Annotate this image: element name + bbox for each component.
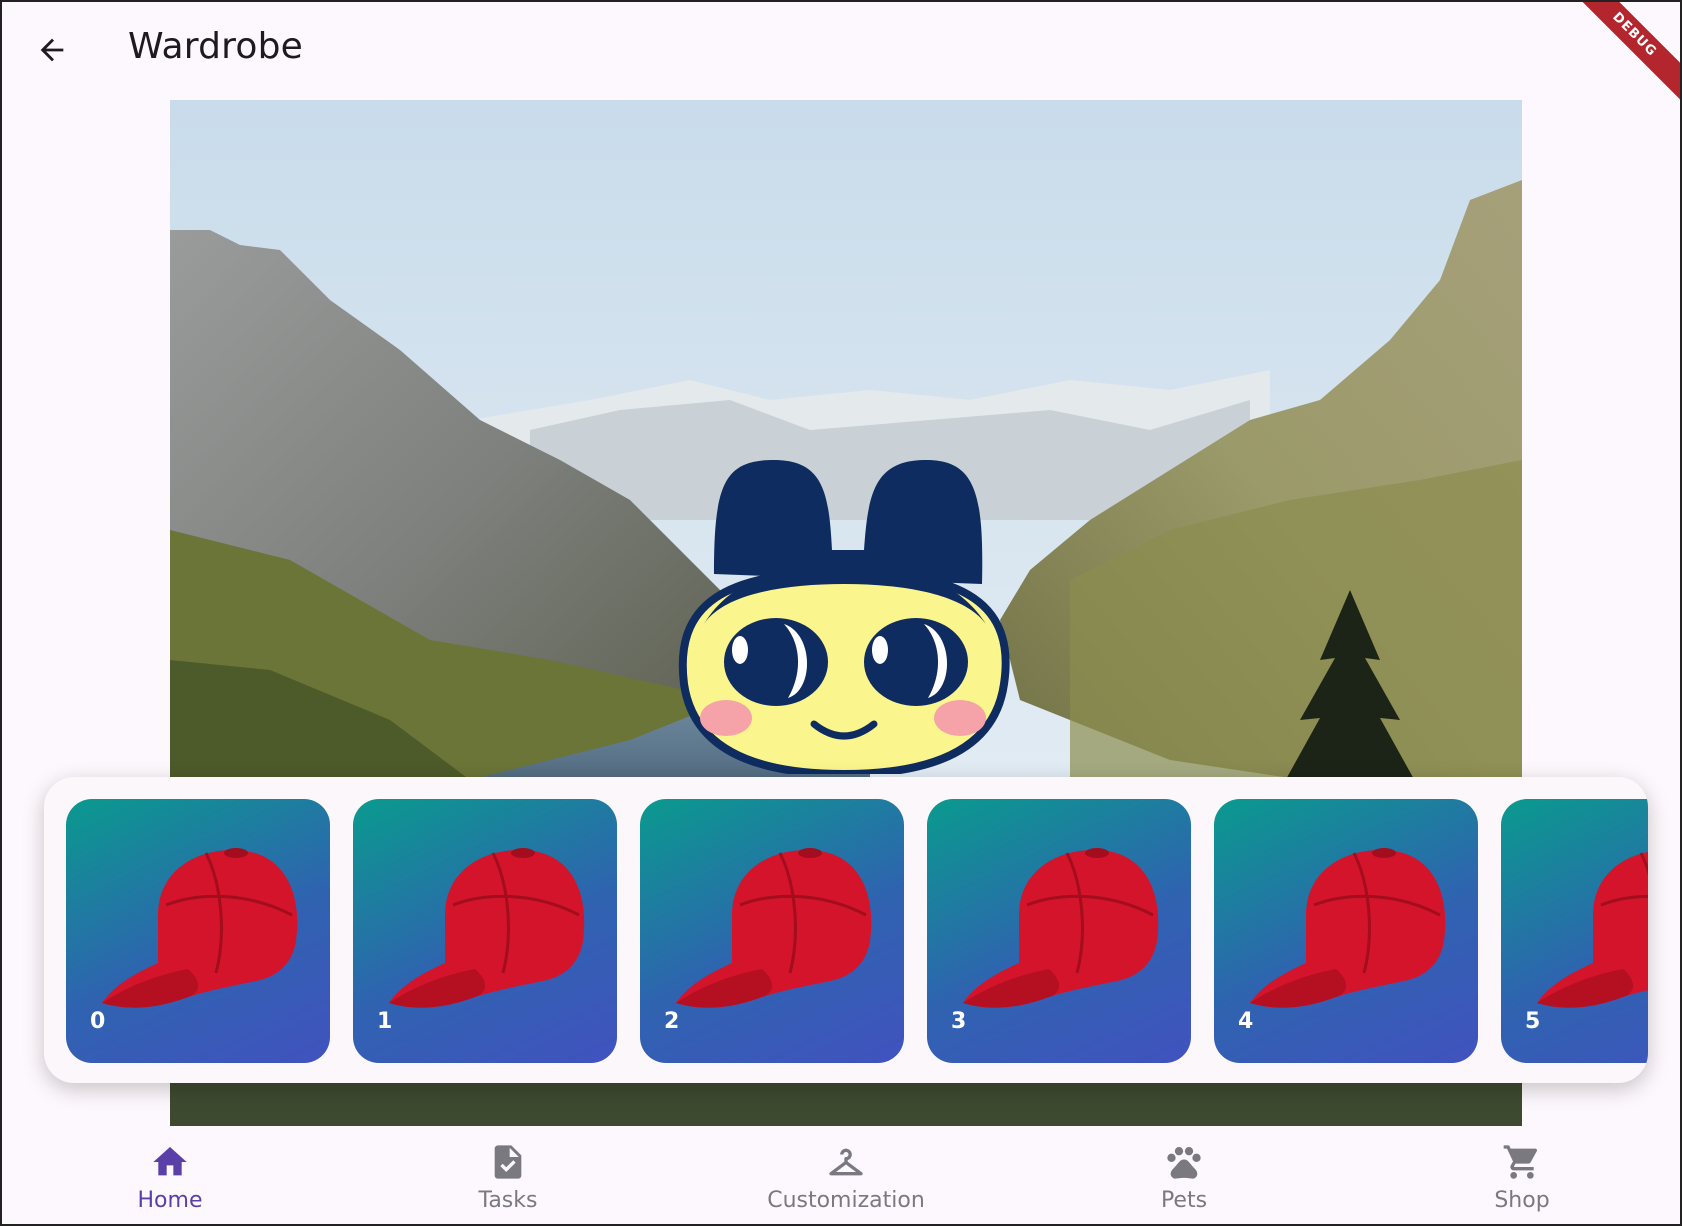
red-cap-icon [1537,852,1648,1008]
red-cap-icon [102,848,298,1008]
nav-label-shop: Shop [1494,1188,1550,1213]
app-bar: Wardrobe [2,2,1680,98]
pet-character[interactable] [664,454,1026,774]
item-number: 0 [90,1009,106,1034]
arrow-left-icon [40,38,64,62]
nav-item-shop[interactable]: Shop [1422,1132,1622,1222]
home-icon [153,1147,187,1176]
item-number: 2 [664,1009,680,1034]
wardrobe-item-card[interactable]: 4 [1214,799,1478,1063]
item-number: 4 [1238,1009,1254,1034]
item-number: 5 [1525,1009,1541,1034]
red-cap-icon [389,848,585,1008]
wardrobe-item-card[interactable]: 0 [66,799,330,1063]
nav-item-customization[interactable]: Customization [746,1132,946,1222]
wardrobe-item-strip[interactable]: 0 1 2 3 4 5 [44,777,1648,1083]
nav-item-tasks[interactable]: Tasks [408,1132,608,1222]
wardrobe-item-card[interactable]: 5 [1501,799,1648,1063]
wardrobe-item-card[interactable]: 3 [927,799,1191,1063]
app-window: Wardrobe DEBUG 0 1 2 3 4 5 Home Tasks Cu… [0,0,1682,1226]
hanger-icon [829,1148,863,1176]
nav-label-home: Home [137,1188,203,1213]
wardrobe-item-card[interactable]: 2 [640,799,904,1063]
cart-icon [1503,1145,1538,1179]
red-cap-icon [676,848,872,1008]
bottom-navigation-bar: Home Tasks Customization Pets Shop [2,1126,1680,1224]
task-file-icon [494,1145,522,1179]
back-button[interactable] [28,26,76,74]
nav-item-home[interactable]: Home [70,1132,270,1222]
wardrobe-item-card[interactable]: 1 [353,799,617,1063]
page-title: Wardrobe [128,26,304,67]
nav-item-pets[interactable]: Pets [1084,1132,1284,1222]
nav-label-pets: Pets [1160,1188,1208,1213]
nav-label-customization: Customization [767,1188,925,1213]
red-cap-icon [1250,848,1446,1008]
item-number: 1 [377,1009,393,1034]
paw-icon [1167,1147,1201,1179]
nav-label-tasks: Tasks [478,1188,538,1213]
item-number: 3 [951,1009,967,1034]
red-cap-icon [963,848,1159,1008]
